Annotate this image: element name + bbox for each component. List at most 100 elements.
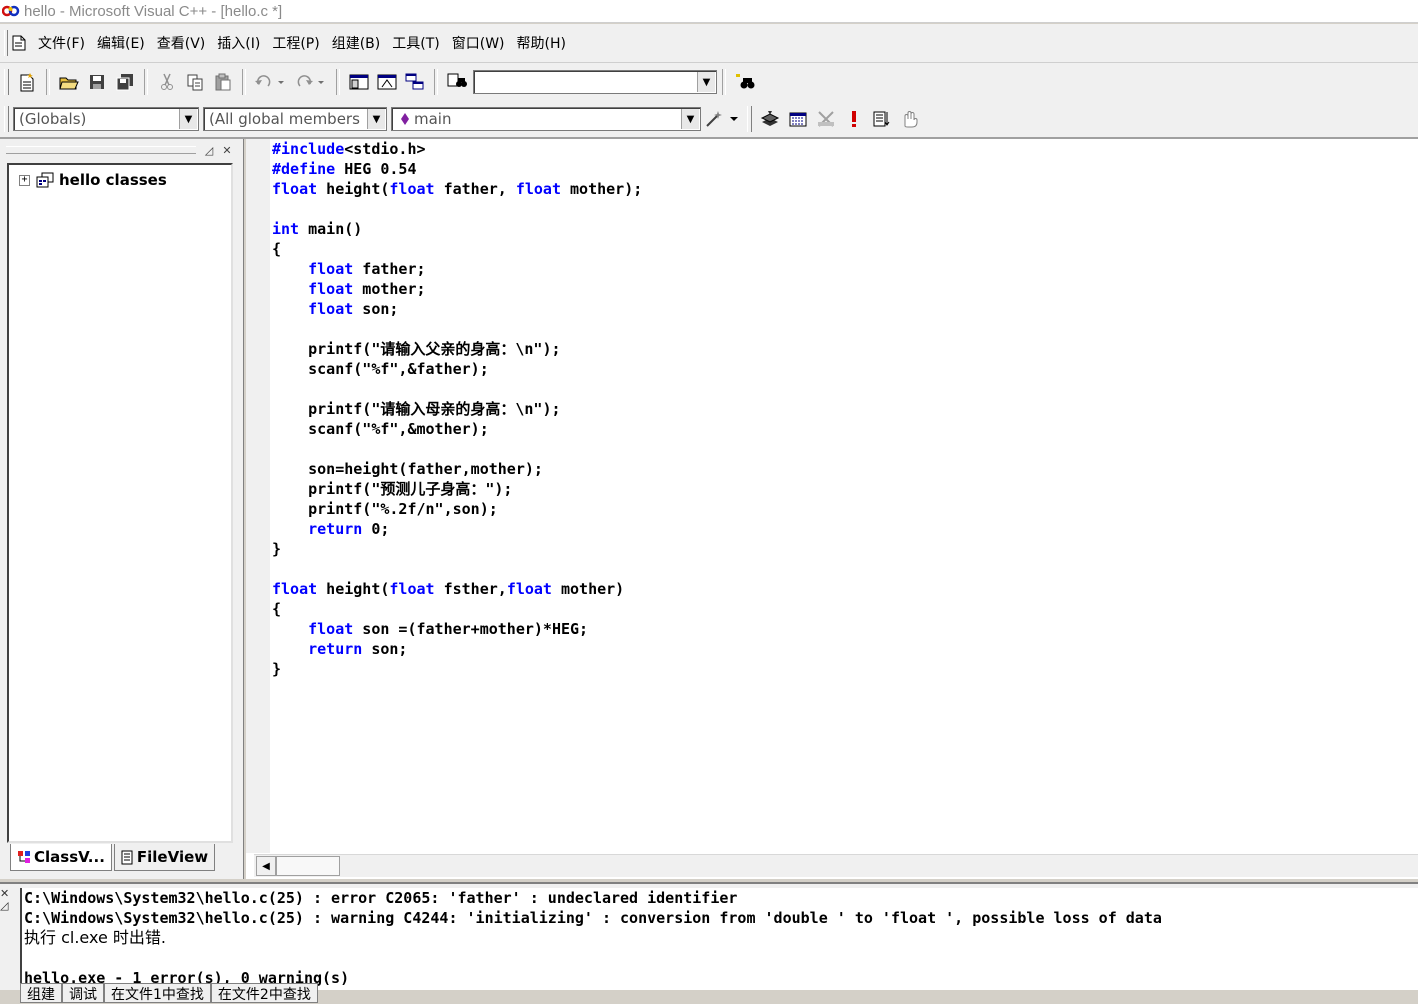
editor-gutter[interactable] (246, 139, 270, 853)
copy-icon[interactable] (183, 70, 207, 94)
output-text[interactable]: C:\Windows\System32\hello.c(25) : error … (20, 888, 1418, 990)
document-icon[interactable] (12, 35, 26, 51)
code-line[interactable]: #define HEG 0.54 (272, 159, 642, 179)
code-line[interactable]: float father; (272, 259, 642, 279)
tab-find-in-files-1[interactable]: 在文件1中查找 (104, 983, 211, 1003)
stop-build-icon[interactable] (814, 107, 838, 131)
close-icon[interactable]: ✕ (220, 144, 234, 158)
menubar-grip[interactable] (4, 30, 8, 56)
code-line[interactable]: float height(float father, float mother)… (272, 179, 642, 199)
code-keyword: float (308, 300, 354, 318)
breakpoint-hand-icon[interactable] (898, 107, 922, 131)
scope-combo[interactable]: (Globals) ▼ (13, 107, 199, 131)
menu-window[interactable]: 窗口(W) (446, 33, 511, 53)
code-line[interactable]: int main() (272, 219, 642, 239)
tab-debug[interactable]: 调试 (62, 983, 104, 1003)
menu-file[interactable]: 文件(F) (32, 33, 91, 53)
new-text-file-icon[interactable] (15, 70, 39, 94)
code-line[interactable]: { (272, 239, 642, 259)
code-line[interactable]: float son =(father+mother)*HEG; (272, 619, 642, 639)
code-line[interactable] (272, 199, 642, 219)
source-code[interactable]: #include<stdio.h> #define HEG 0.54 float h… (272, 139, 642, 679)
menu-project[interactable]: 工程(P) (266, 33, 325, 53)
scroll-left-icon[interactable]: ◀ (256, 856, 276, 876)
chevron-down-icon[interactable]: ▼ (179, 109, 197, 129)
code-line[interactable] (272, 559, 642, 579)
chevron-down-icon[interactable]: ▼ (697, 72, 715, 92)
code-line[interactable] (272, 319, 642, 339)
wizard-wand-icon[interactable] (703, 107, 741, 131)
workspace-tabs: ClassV... FileView (10, 844, 217, 871)
build-icon[interactable] (786, 107, 810, 131)
workspace-grip[interactable] (6, 146, 196, 154)
output-line-error[interactable]: C:\Windows\System32\hello.c(25) : error … (22, 888, 1418, 908)
menu-tools[interactable]: 工具(T) (386, 33, 445, 53)
class-tree[interactable]: + hello classes (7, 163, 233, 843)
tab-build[interactable]: 组建 (20, 983, 62, 1003)
code-line[interactable]: printf("请输入父亲的身高：\n"); (272, 339, 642, 359)
code-keyword: float (389, 580, 435, 598)
code-line[interactable]: son=height(father,mother); (272, 459, 642, 479)
standard-toolbar: ▼ (0, 63, 1418, 102)
chevron-down-icon[interactable]: ▼ (681, 109, 699, 129)
code-line[interactable]: printf("预测儿子身高："); (272, 479, 642, 499)
toolbar-grip[interactable] (4, 69, 9, 95)
code-line[interactable]: scanf("%f",&father); (272, 359, 642, 379)
code-line[interactable]: #include<stdio.h> (272, 139, 642, 159)
execute-icon[interactable] (842, 107, 866, 131)
horizontal-scrollbar[interactable]: ◀ (254, 854, 1418, 877)
open-folder-icon[interactable] (57, 70, 81, 94)
function-combo[interactable]: main ▼ (391, 107, 701, 131)
find-combo[interactable]: ▼ (473, 70, 717, 94)
go-debug-icon[interactable] (870, 107, 894, 131)
tab-classview[interactable]: ClassV... (10, 844, 112, 871)
output-line-blank (22, 948, 1418, 968)
code-line[interactable]: return 0; (272, 519, 642, 539)
compile-icon[interactable] (758, 107, 782, 131)
code-line[interactable]: printf("请输入母亲的身高：\n"); (272, 399, 642, 419)
menu-insert[interactable]: 插入(I) (211, 33, 266, 53)
toolbar-grip[interactable] (4, 106, 9, 132)
save-icon[interactable] (85, 70, 109, 94)
code-line[interactable]: float height(float fsther,float mother) (272, 579, 642, 599)
toolbar-grip[interactable] (747, 106, 752, 132)
tab-find-in-files-2[interactable]: 在文件2中查找 (210, 983, 318, 1003)
tab-fileview[interactable]: FileView (113, 844, 216, 871)
window-list-icon[interactable] (403, 70, 427, 94)
code-editor[interactable]: #include<stdio.h> #define HEG 0.54 float h… (246, 139, 1418, 879)
cut-icon[interactable] (155, 70, 179, 94)
scroll-thumb[interactable] (276, 856, 340, 876)
menu-view[interactable]: 查看(V) (151, 33, 212, 53)
menu-help[interactable]: 帮助(H) (511, 33, 572, 53)
workspace-window-icon[interactable] (347, 70, 371, 94)
code-line[interactable]: } (272, 539, 642, 559)
code-line[interactable]: } (272, 659, 642, 679)
output-line-warning[interactable]: C:\Windows\System32\hello.c(25) : warnin… (22, 908, 1418, 928)
code-line[interactable] (272, 439, 642, 459)
members-combo[interactable]: (All global members ▼ (203, 107, 387, 131)
visual-cpp-logo-icon (0, 2, 22, 20)
code-line[interactable]: float mother; (272, 279, 642, 299)
paste-icon[interactable] (211, 70, 235, 94)
find-in-files-icon[interactable] (445, 70, 469, 94)
maximize-icon[interactable]: ◿ (0, 900, 14, 912)
code-line[interactable]: printf("%.2f/n",son); (272, 499, 642, 519)
menu-edit[interactable]: 编辑(E) (91, 33, 151, 53)
save-all-icon[interactable] (113, 70, 137, 94)
menu-build[interactable]: 组建(B) (326, 33, 387, 53)
code-line[interactable] (272, 379, 642, 399)
code-keyword: return (308, 520, 363, 538)
expand-plus-icon[interactable]: + (19, 174, 30, 186)
redo-icon[interactable] (293, 70, 329, 94)
code-line[interactable]: float son; (272, 299, 642, 319)
code-line[interactable]: scanf("%f",&mother); (272, 419, 642, 439)
search-binoculars-icon[interactable] (733, 70, 757, 94)
code-line[interactable]: { (272, 599, 642, 619)
output-window-icon[interactable] (375, 70, 399, 94)
undo-icon[interactable] (253, 70, 289, 94)
code-line[interactable]: return son; (272, 639, 642, 659)
chevron-down-icon[interactable]: ▼ (367, 109, 385, 129)
tree-item-root[interactable]: + hello classes (19, 171, 167, 189)
maximize-icon[interactable]: ◿ (202, 144, 216, 158)
function-combo-value: main (414, 110, 452, 128)
